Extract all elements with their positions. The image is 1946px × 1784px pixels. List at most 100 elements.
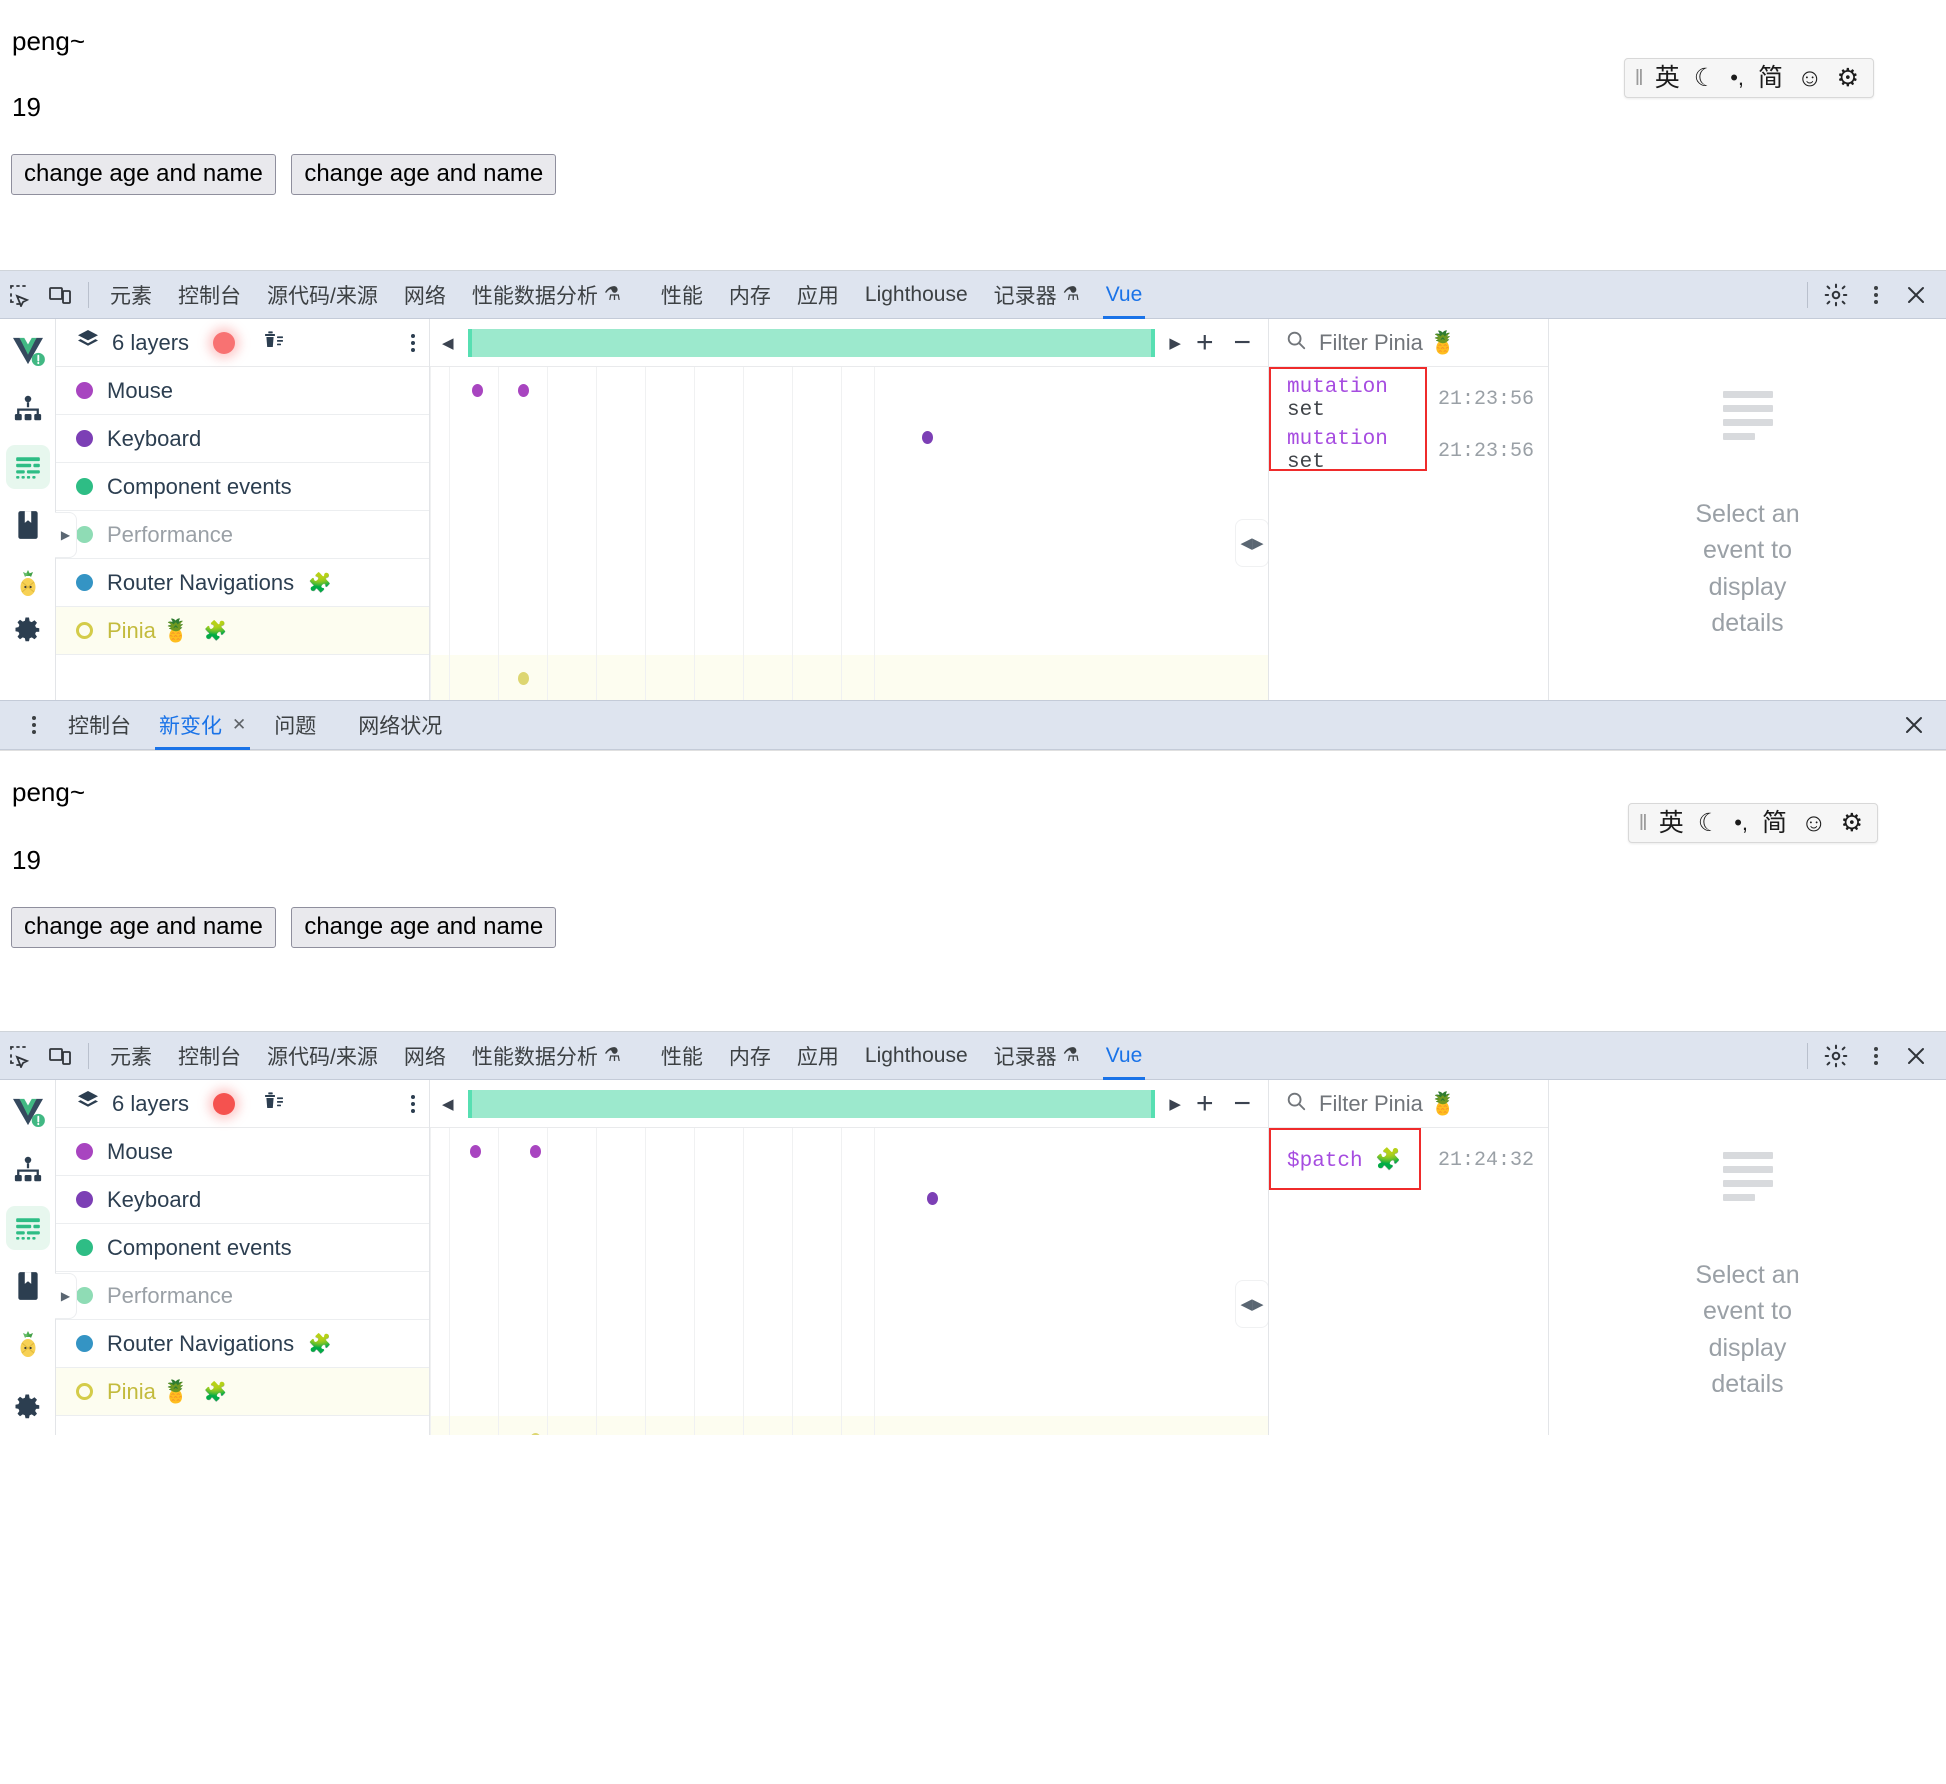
resize-handle-icon[interactable]: ◀▶ xyxy=(1235,1280,1268,1328)
tab-vue[interactable]: Vue xyxy=(1093,1032,1156,1080)
punctuation-icon[interactable]: •, xyxy=(1730,67,1744,89)
tab-memory[interactable]: 内存 xyxy=(716,1032,784,1080)
layer-row-router-navigations[interactable]: Router Navigations 🧩 xyxy=(56,1320,429,1368)
gear-icon[interactable]: ⚙ xyxy=(1837,65,1859,91)
timeline-event-dot-mouse-1[interactable] xyxy=(470,1145,481,1158)
close-tab-icon[interactable]: ✕ xyxy=(232,715,246,735)
layer-row-pinia[interactable]: Pinia 🍍 🧩 xyxy=(56,607,429,655)
vue-logo-icon[interactable] xyxy=(6,1090,50,1134)
layer-row-mouse[interactable]: Mouse xyxy=(56,367,429,415)
tab-application[interactable]: 应用 xyxy=(784,1032,852,1080)
tab-performance[interactable]: 性能 xyxy=(648,1032,716,1080)
scroll-right-icon[interactable]: ▶ xyxy=(1169,334,1181,352)
tab-application[interactable]: 应用 xyxy=(784,271,852,319)
tab-console[interactable]: 控制台 xyxy=(165,271,254,319)
collapse-panel-toggle[interactable]: ▶ xyxy=(55,511,77,558)
record-toggle-button[interactable] xyxy=(213,331,236,354)
ime-grip-icon[interactable]: ‖ xyxy=(1635,65,1644,91)
tab-elements[interactable]: 元素 xyxy=(97,1032,165,1080)
layer-row-component-events[interactable]: Component events xyxy=(56,1224,429,1272)
drawer-tab-console[interactable]: 控制台 xyxy=(54,700,145,750)
layer-row-component-events[interactable]: Component events xyxy=(56,463,429,511)
ime-floating-toolbar-top[interactable]: ‖ 英 ☾ •, 简 ☺ ⚙ xyxy=(1623,58,1874,98)
layer-row-pinia[interactable]: Pinia 🍍 🧩 xyxy=(56,1368,429,1416)
ime-grip-icon[interactable]: ‖ xyxy=(1639,810,1648,836)
more-options-icon[interactable] xyxy=(411,333,415,352)
scroll-left-icon[interactable]: ◀ xyxy=(442,1095,454,1113)
device-toolbar-icon[interactable] xyxy=(40,1036,80,1076)
timeline-scrollbar[interactable] xyxy=(464,327,1160,359)
gear-icon[interactable]: ⚙ xyxy=(1841,810,1863,836)
ime-floating-toolbar-bottom[interactable]: ‖ 英 ☾ •, 简 ☺ ⚙ xyxy=(1627,803,1878,843)
resize-handle-icon[interactable]: ◀▶ xyxy=(1235,519,1268,567)
layer-row-performance[interactable]: ▶ Performance xyxy=(55,511,429,559)
timeline-event-dot-mouse-2[interactable] xyxy=(518,384,529,397)
close-devtools-icon[interactable] xyxy=(1896,275,1936,315)
more-options-icon[interactable] xyxy=(411,1094,415,1113)
event-filter-row[interactable]: Filter Pinia 🍍 xyxy=(1269,1080,1548,1128)
scroll-left-icon[interactable]: ◀ xyxy=(442,334,454,352)
zoom-out-button[interactable]: − xyxy=(1228,328,1256,358)
layer-row-mouse[interactable]: Mouse xyxy=(56,1128,429,1176)
english-mode-icon[interactable]: 英 xyxy=(1659,810,1684,836)
collapse-panel-toggle[interactable]: ▶ xyxy=(55,1272,77,1319)
moon-icon[interactable]: ☾ xyxy=(1694,65,1716,91)
simplified-chinese-icon[interactable]: 简 xyxy=(1762,810,1787,836)
settings-gear-icon[interactable] xyxy=(6,1385,50,1429)
drawer-tab-issues[interactable]: 问题 xyxy=(260,700,330,750)
more-options-icon[interactable] xyxy=(14,705,54,745)
layer-row-router-navigations[interactable]: Router Navigations 🧩 xyxy=(56,559,429,607)
docs-book-icon[interactable] xyxy=(6,503,50,547)
timeline-grid-bottom[interactable]: ◀▶ xyxy=(430,1128,1268,1435)
layer-row-keyboard[interactable]: Keyboard xyxy=(56,415,429,463)
inspect-element-icon[interactable] xyxy=(0,1036,40,1076)
tab-memory[interactable]: 内存 xyxy=(716,271,784,319)
zoom-in-button[interactable]: + xyxy=(1191,328,1219,358)
change-age-and-name-button-1[interactable]: change age and name xyxy=(11,154,276,196)
vue-logo-icon[interactable] xyxy=(6,329,50,373)
component-tree-icon[interactable] xyxy=(6,1148,50,1192)
inspect-element-icon[interactable] xyxy=(0,275,40,315)
change-age-and-name-button-1[interactable]: change age and name xyxy=(11,907,276,949)
timeline-event-dot-mouse-2[interactable] xyxy=(530,1145,541,1158)
tab-elements[interactable]: 元素 xyxy=(97,271,165,319)
component-tree-icon[interactable] xyxy=(6,387,50,431)
change-age-and-name-button-2[interactable]: change age and name xyxy=(291,154,557,196)
drawer-tab-network-conditions[interactable]: 网络状况 xyxy=(344,700,456,750)
clear-timeline-icon[interactable] xyxy=(261,1089,285,1118)
timeline-selection-range[interactable] xyxy=(467,328,1156,357)
punctuation-icon[interactable]: •, xyxy=(1734,812,1748,834)
timeline-event-dot-pinia-1[interactable] xyxy=(518,672,529,685)
tab-performance[interactable]: 性能 xyxy=(648,271,716,319)
event-row[interactable]: mutation set 21:23:56 xyxy=(1269,425,1548,477)
layer-row-performance[interactable]: ▶ Performance xyxy=(55,1272,429,1320)
close-drawer-icon[interactable] xyxy=(1894,705,1934,745)
layer-row-keyboard[interactable]: Keyboard xyxy=(56,1176,429,1224)
zoom-out-button[interactable]: − xyxy=(1228,1089,1256,1119)
more-options-icon[interactable] xyxy=(1856,1036,1896,1076)
tab-vue[interactable]: Vue xyxy=(1093,271,1156,319)
tab-network[interactable]: 网络 xyxy=(391,1032,459,1080)
timeline-selection-range[interactable] xyxy=(467,1089,1156,1118)
device-toolbar-icon[interactable] xyxy=(40,275,80,315)
event-filter-row[interactable]: Filter Pinia 🍍 xyxy=(1269,319,1548,367)
docs-book-icon[interactable] xyxy=(6,1264,50,1308)
pinia-pineapple-icon[interactable] xyxy=(6,1322,50,1366)
tab-recorder[interactable]: 记录器 ⚗ xyxy=(981,271,1093,319)
clear-timeline-icon[interactable] xyxy=(261,328,285,357)
tab-performance-insights[interactable]: 性能数据分析 ⚗ xyxy=(459,271,634,319)
change-age-and-name-button-2[interactable]: change age and name xyxy=(291,907,557,949)
record-toggle-button[interactable] xyxy=(213,1092,236,1115)
emoji-icon[interactable]: ☺ xyxy=(1797,65,1823,91)
timeline-event-dot-mouse-1[interactable] xyxy=(472,384,483,397)
settings-gear-icon[interactable] xyxy=(1816,275,1856,315)
tab-sources[interactable]: 源代码/来源 xyxy=(254,1032,391,1080)
tab-lighthouse[interactable]: Lighthouse xyxy=(852,271,981,319)
tab-recorder[interactable]: 记录器 ⚗ xyxy=(981,1032,1093,1080)
event-row[interactable]: $patch 🧩 21:24:32 xyxy=(1269,1134,1548,1186)
zoom-in-button[interactable]: + xyxy=(1191,1089,1219,1119)
tab-network[interactable]: 网络 xyxy=(391,271,459,319)
settings-gear-icon[interactable] xyxy=(1816,1036,1856,1076)
simplified-chinese-icon[interactable]: 简 xyxy=(1758,65,1783,91)
close-devtools-icon[interactable] xyxy=(1896,1036,1936,1076)
